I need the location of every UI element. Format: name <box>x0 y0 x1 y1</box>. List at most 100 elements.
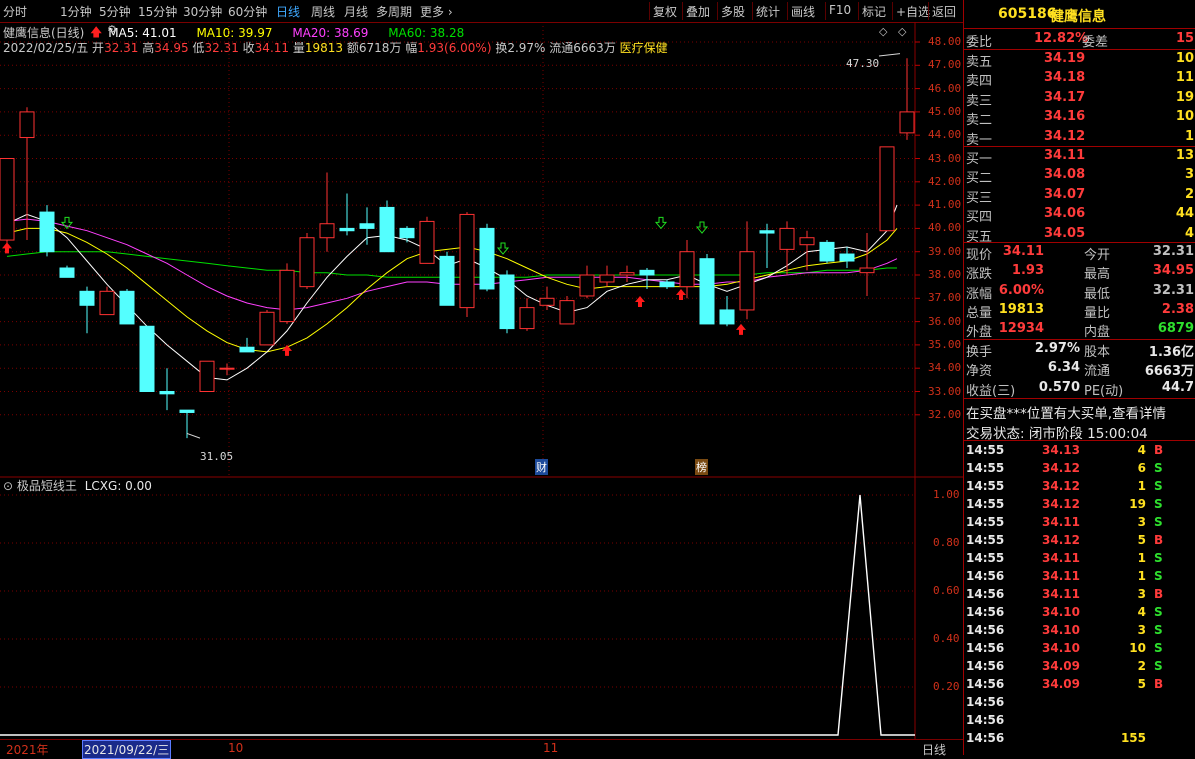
tick-row: 14:55 34.12 5 B <box>964 531 1195 549</box>
stat-value: 0.570 <box>1038 379 1080 395</box>
tick-row: 14:55 34.12 6 S <box>964 459 1195 477</box>
tick-side: S <box>1154 569 1163 583</box>
tool-button-3[interactable]: 统计 <box>756 3 780 20</box>
stat-value: 2.38 <box>1161 301 1194 317</box>
weicha-label: 委差 <box>1082 35 1109 50</box>
asks-row[interactable]: 卖五 34.19 10 <box>964 50 1195 70</box>
asks-volume: 1 <box>1184 128 1194 144</box>
tick-time: 14:55 <box>966 479 1005 493</box>
asks-price: 34.16 <box>1044 109 1086 125</box>
tool-button-6[interactable]: 标记 <box>862 3 886 20</box>
bids-row[interactable]: 买四 34.06 44 <box>964 205 1195 226</box>
tick-time: 14:56 <box>966 713 1005 727</box>
stat-value: 32.31 <box>1152 282 1194 298</box>
period-tab-1[interactable]: 1分钟 <box>60 3 92 20</box>
stat-label: 内盘 <box>1084 325 1111 341</box>
period-tab-5[interactable]: 60分钟 <box>228 3 267 20</box>
indicator-title[interactable]: 极品短线王 <box>17 479 77 493</box>
period-label[interactable]: 日线 <box>922 741 946 758</box>
tick-time: 14:55 <box>966 461 1005 475</box>
tick-time: 14:55 <box>966 443 1005 457</box>
bids-row[interactable]: 买二 34.08 3 <box>964 166 1195 186</box>
stat-value: 6.34 <box>1047 360 1080 376</box>
finance-event-label[interactable]: 财 <box>535 459 548 475</box>
notice-text[interactable]: 在买盘***位置有大买单,查看详情 <box>966 402 1166 422</box>
tick-price: 34.11 <box>1042 551 1080 565</box>
bids-row[interactable]: 买一 34.11 13 <box>964 147 1195 167</box>
asks-row[interactable]: 卖一 34.12 1 <box>964 128 1195 148</box>
bids-row[interactable]: 买三 34.07 2 <box>964 186 1195 206</box>
tick-time: 14:56 <box>966 587 1005 601</box>
tool-button-0[interactable]: 复权 <box>653 3 677 20</box>
tick-price: 34.10 <box>1042 641 1080 655</box>
asks-row[interactable]: 卖三 34.17 19 <box>964 89 1195 109</box>
price-tick-label: 41.00 <box>928 198 962 212</box>
tick-price: 34.09 <box>1042 659 1080 673</box>
tick-side: S <box>1154 623 1163 637</box>
price-tick-label: 47.00 <box>928 58 962 72</box>
toolbar-separator <box>717 2 718 20</box>
tick-side: S <box>1154 461 1163 475</box>
asks-row[interactable]: 卖四 34.18 11 <box>964 69 1195 89</box>
tick-price: 34.12 <box>1042 533 1080 547</box>
price-tick-label: 33.00 <box>928 384 962 398</box>
tool-button-8[interactable]: 返回 <box>932 3 956 20</box>
tick-time: 14:55 <box>966 515 1005 529</box>
price-tick-label: 37.00 <box>928 291 962 305</box>
bids-price: 34.06 <box>1044 206 1086 222</box>
period-tab-4[interactable]: 30分钟 <box>183 3 222 20</box>
tick-row: 14:55 34.12 19 S <box>964 495 1195 513</box>
asks-volume: 19 <box>1175 89 1194 105</box>
price-tick-label: 44.00 <box>928 128 962 142</box>
period-tab-2[interactable]: 5分钟 <box>99 3 131 20</box>
big-order-notice[interactable]: 在买盘***位置有大买单,查看详情 <box>964 401 1195 422</box>
quote-panel: 605186 健鹰信息 委比 12.82% 委差 15 卖五 34.19 10 卖四 3… <box>963 0 1195 755</box>
tool-button-5[interactable]: F10 <box>829 3 851 17</box>
toolbar-separator <box>682 2 683 20</box>
stat-label: 换手 <box>966 345 993 360</box>
stat-label: 流通 <box>1084 364 1111 380</box>
tool-button-4[interactable]: 画线 <box>791 3 815 20</box>
tick-volume: 10 <box>1129 641 1146 655</box>
bids-row[interactable]: 买五 34.05 4 <box>964 225 1195 245</box>
period-tab-9[interactable]: 多周期 <box>376 3 412 20</box>
toolbar-separator <box>858 2 859 20</box>
tick-side: S <box>1154 551 1163 565</box>
tick-time: 14:56 <box>966 569 1005 583</box>
asks-level-label: 卖五 <box>966 55 993 70</box>
ranking-event-label[interactable]: 榜 <box>695 459 708 475</box>
tick-side: S <box>1154 497 1163 511</box>
period-tab-8[interactable]: 月线 <box>344 3 368 20</box>
period-tab-0[interactable]: 分时 <box>3 3 27 20</box>
tick-volume: 6 <box>1137 461 1146 475</box>
tick-side: S <box>1154 515 1163 529</box>
bids-level-label: 买四 <box>966 210 993 226</box>
period-tab-6[interactable]: 日线 <box>276 3 300 20</box>
tool-button-1[interactable]: 叠加 <box>686 3 710 20</box>
period-tab-10[interactable]: 更多 › <box>420 3 453 20</box>
tick-row: 14:56 34.09 5 B <box>964 675 1195 693</box>
period-tab-7[interactable]: 周线 <box>311 3 335 20</box>
toolbar-separator <box>649 2 650 20</box>
tick-volume: 19 <box>1129 497 1146 511</box>
period-tab-3[interactable]: 15分钟 <box>138 3 177 20</box>
stat-value: 34.95 <box>1152 263 1194 279</box>
tick-time: 14:56 <box>966 677 1005 691</box>
tick-row: 14:56 155 <box>964 729 1195 747</box>
stat-value: 6879 <box>1157 321 1194 337</box>
asks-row[interactable]: 卖二 34.16 10 <box>964 108 1195 128</box>
tool-button-7[interactable]: +自选 <box>896 3 930 20</box>
asks-volume: 11 <box>1175 70 1194 86</box>
collapse-chevron-icon[interactable]: ⊙ <box>3 479 13 493</box>
tick-row: 14:55 34.11 3 S <box>964 513 1195 531</box>
stat-label: 最高 <box>1084 267 1111 283</box>
stat-label: 涨幅 <box>966 286 993 302</box>
tool-button-2[interactable]: 多股 <box>721 3 745 20</box>
diamond-icon[interactable]: ◇ <box>879 25 887 38</box>
stat-value: 44.7 <box>1161 379 1194 395</box>
pin-icon[interactable]: ◇ <box>898 25 906 38</box>
stat-value: 34.11 <box>1002 244 1044 259</box>
low-price-marker: 31.05 <box>200 450 234 463</box>
kline-chart[interactable] <box>0 22 963 755</box>
price-tick-label: 38.00 <box>928 268 962 281</box>
